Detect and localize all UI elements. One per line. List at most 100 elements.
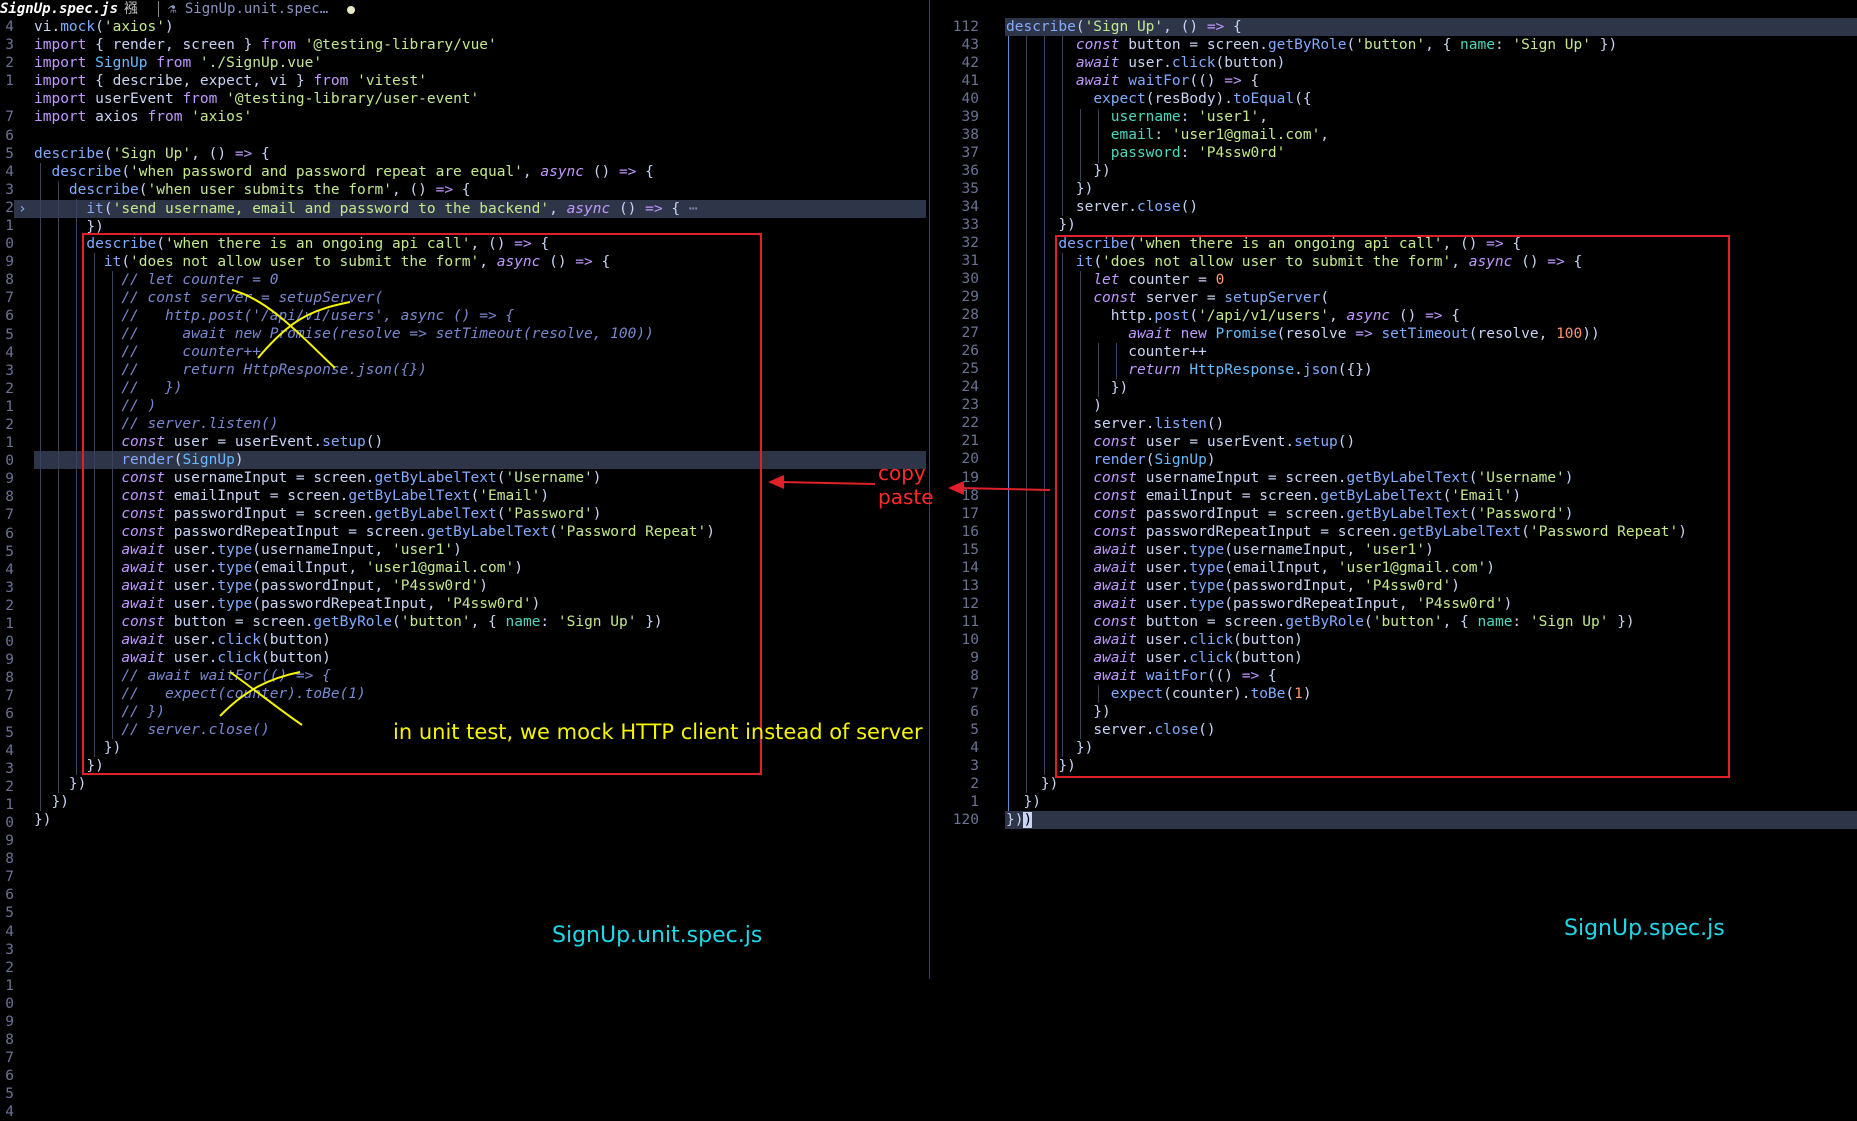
line-number: 6 — [5, 887, 14, 904]
line-number: 5 — [5, 145, 14, 162]
fold-marker-icon[interactable]: › — [18, 200, 27, 218]
line-number: 9 — [970, 649, 979, 666]
line-number: 23 — [961, 397, 979, 414]
right-highlight-box — [1055, 235, 1730, 778]
line-number: 2 — [5, 778, 14, 795]
line-number: 1 — [5, 977, 14, 994]
mock-note-annotation: in unit test, we mock HTTP client instea… — [393, 720, 923, 744]
line-number: 32 — [961, 235, 979, 252]
line-number: 7 — [5, 507, 14, 524]
line-number: 6 — [5, 127, 14, 144]
line-number: 30 — [961, 271, 979, 288]
line-number: 3 — [5, 181, 14, 198]
line-number: 40 — [961, 91, 979, 108]
code-line[interactable]: await waitFor(() => { — [1006, 72, 1259, 90]
line-number: 9 — [5, 1013, 14, 1030]
line-number: 22 — [961, 415, 979, 432]
line-number: 2 — [5, 959, 14, 976]
line-number: 7 — [5, 290, 14, 307]
line-number: 7 — [970, 685, 979, 702]
line-number: 35 — [961, 181, 979, 198]
line-number: 6 — [5, 308, 14, 325]
line-number: 5 — [5, 1086, 14, 1103]
line-number: 20 — [961, 451, 979, 468]
code-line[interactable]: }) — [1006, 775, 1058, 793]
code-line[interactable]: password: 'P4ssw0rd' — [1006, 144, 1286, 162]
code-line[interactable]: }) — [1006, 180, 1093, 198]
line-number: 4 — [5, 561, 14, 578]
line-number: 25 — [961, 361, 979, 378]
line-number: 2 — [5, 55, 14, 72]
line-number: 37 — [961, 145, 979, 162]
line-number: 2 — [970, 775, 979, 792]
line-number: 0 — [5, 995, 14, 1012]
code-line[interactable]: }) — [34, 793, 68, 811]
line-number: 28 — [961, 307, 979, 324]
line-number: 43 — [961, 37, 979, 54]
code-line[interactable]: describe('Sign Up', () => { — [34, 145, 270, 163]
line-number: 1 — [5, 73, 14, 90]
right-file-label: SignUp.spec.js — [1564, 916, 1725, 941]
code-line[interactable]: vi.mock('axios') — [34, 18, 174, 36]
cursor-line-highlight — [1005, 811, 1857, 829]
line-number: 4 — [5, 923, 14, 940]
line-number: 5 — [970, 721, 979, 738]
code-line[interactable]: import axios from 'axios' — [34, 108, 252, 126]
code-line[interactable]: import userEvent from '@testing-library/… — [34, 90, 479, 108]
line-number: 2 — [5, 380, 14, 397]
code-line[interactable]: })) — [1006, 811, 1033, 829]
line-number: 0 — [5, 236, 14, 253]
code-line[interactable]: it('send username, email and password to… — [34, 200, 697, 218]
line-number: 4 — [5, 19, 14, 35]
line-number: 12 — [961, 595, 979, 612]
line-number: 29 — [961, 289, 979, 306]
code-line[interactable]: import { describe, expect, vi } from 'vi… — [34, 72, 427, 90]
line-number: 9 — [5, 254, 14, 271]
line-number: 6 — [5, 706, 14, 723]
code-line[interactable]: email: 'user1@gmail.com', — [1006, 126, 1329, 144]
code-line[interactable]: import SignUp from './SignUp.vue' — [34, 54, 322, 72]
line-number: 5 — [5, 543, 14, 560]
line-number: 6 — [5, 1068, 14, 1085]
code-line[interactable]: const button = screen.getByRole('button'… — [1006, 36, 1617, 54]
line-number: 1 — [5, 615, 14, 632]
code-line[interactable]: }) — [34, 775, 86, 793]
line-number: 42 — [961, 55, 979, 72]
code-line[interactable]: username: 'user1', — [1006, 108, 1268, 126]
line-number: 16 — [961, 523, 979, 540]
line-number: 8 — [5, 489, 14, 506]
line-number: 17 — [961, 505, 979, 522]
line-number: 112 — [952, 19, 979, 35]
code-line[interactable]: }) — [1006, 216, 1075, 234]
line-number: 33 — [961, 217, 979, 234]
code-line[interactable]: server.close() — [1006, 198, 1198, 216]
line-number: 19 — [961, 469, 979, 486]
line-number: 2 — [5, 199, 14, 216]
line-number: 0 — [5, 634, 14, 651]
code-line[interactable]: describe('Sign Up', () => { — [1006, 18, 1242, 36]
code-line[interactable]: expect(resBody).toEqual({ — [1006, 90, 1311, 108]
code-line[interactable]: describe('when password and password rep… — [34, 163, 653, 181]
line-number: 8 — [970, 667, 979, 684]
line-number: 8 — [5, 1032, 14, 1049]
line-number: 14 — [961, 559, 979, 576]
line-number: 1 — [5, 217, 14, 234]
line-number: 1 — [5, 398, 14, 415]
line-number: 7 — [5, 1050, 14, 1067]
code-line[interactable]: }) — [1006, 162, 1110, 180]
code-line[interactable]: }) — [34, 811, 51, 829]
line-number: 7 — [5, 109, 14, 126]
code-line[interactable]: await user.click(button) — [1006, 54, 1286, 72]
code-line[interactable]: describe('when user submits the form', (… — [34, 181, 471, 199]
line-number: 9 — [5, 471, 14, 488]
line-number: 3 — [5, 37, 14, 54]
line-number: 3 — [5, 362, 14, 379]
code-line[interactable]: import { render, screen } from '@testing… — [34, 36, 497, 54]
code-line[interactable]: }) — [1006, 793, 1040, 811]
line-number: 31 — [961, 253, 979, 270]
left-highlight-box — [82, 233, 762, 775]
line-number: 27 — [961, 325, 979, 342]
line-number: 0 — [5, 814, 14, 831]
line-number: 7 — [5, 688, 14, 705]
line-number: 1 — [5, 796, 14, 813]
